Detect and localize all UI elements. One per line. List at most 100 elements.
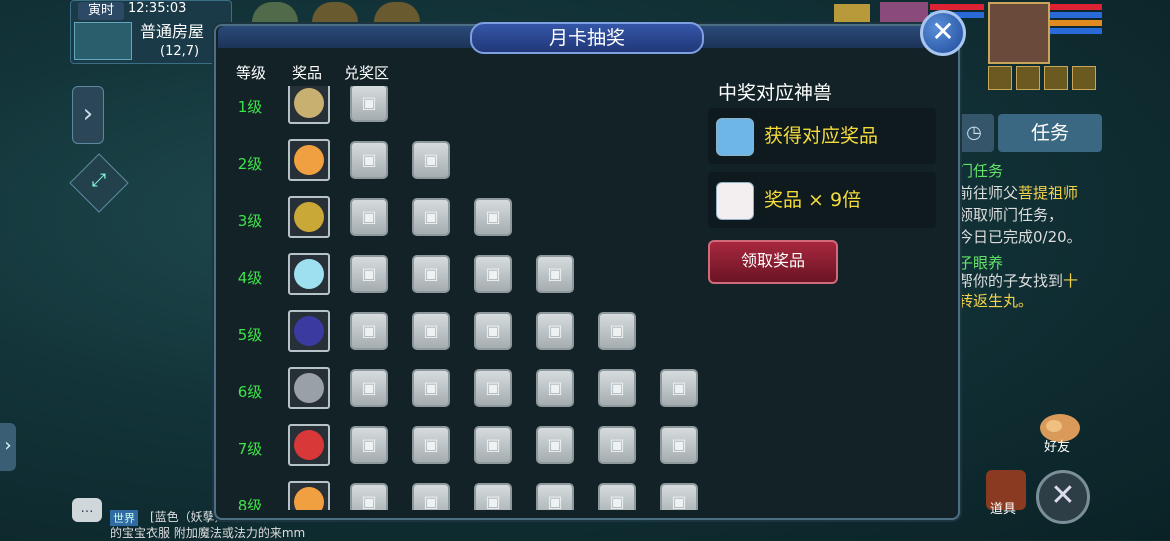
exchange-slot[interactable]: ▣ [536,483,574,510]
minimap-thumbnail[interactable] [74,22,132,60]
task-tab[interactable]: 任务 [998,114,1102,152]
reward-item-icon[interactable] [288,139,330,181]
task-text: 前往师父 [958,184,1019,202]
item-link[interactable]: 十 [1063,272,1078,290]
gift-box-icon: ▣ [609,321,625,340]
task-line[interactable]: 前往师父菩提祖师 [958,182,1078,203]
exchange-slot[interactable]: ▣ [660,483,698,510]
reward-row: 1级 ▣ [218,86,706,136]
exchange-slot[interactable]: ▣ [536,312,574,350]
npc-link[interactable]: 菩提祖师 [1018,184,1078,202]
reward-item-icon[interactable] [288,424,330,466]
gift-box-icon: ▣ [547,321,563,340]
exchange-slot[interactable]: ▣ [412,369,450,407]
exchange-slot[interactable]: ▣ [350,483,388,510]
player-hp-bar [1050,4,1102,10]
exchange-slot[interactable]: ▣ [474,483,512,510]
dialog-close-button[interactable]: ✕ [920,10,966,56]
reward-item-icon[interactable] [288,481,330,510]
item-image [294,487,324,510]
exchange-slot[interactable]: ▣ [536,255,574,293]
activity-icon-1[interactable] [252,2,298,26]
task-line: 今日已完成0/20。 [958,228,1082,246]
exchange-slot[interactable]: ▣ [350,426,388,464]
gift-box-icon: ▣ [361,150,377,169]
gift-box-icon: ▣ [423,378,439,397]
exchange-slot[interactable]: ▣ [598,426,636,464]
buff-icon[interactable] [1044,66,1068,90]
exchange-slot[interactable]: ▣ [536,426,574,464]
pet-portrait[interactable] [880,2,928,26]
buff-icon[interactable] [988,66,1012,90]
exchange-slot[interactable]: ▣ [412,141,450,179]
exchange-slot[interactable]: ▣ [412,255,450,293]
exchange-slot[interactable]: ▣ [598,483,636,510]
reward-item-icon[interactable] [288,86,330,124]
reward-item-icon[interactable] [288,367,330,409]
exchange-slot[interactable]: ▣ [350,312,388,350]
exchange-slot[interactable]: ▣ [474,426,512,464]
expand-side-menu-button[interactable]: › [72,86,104,144]
gift-box-icon: ▣ [423,435,439,454]
player-anger-bar [1050,20,1102,26]
gift-box-icon: ▣ [485,492,501,510]
exchange-slot[interactable]: ▣ [474,312,512,350]
item-image [294,316,324,346]
exchange-slot[interactable]: ▣ [412,312,450,350]
claim-reward-button[interactable]: 领取奖品 [708,240,838,284]
reward-row: 4级 ▣ ▣ ▣ ▣ [218,251,706,307]
player-avatar[interactable] [988,2,1050,64]
activity-icon-3[interactable] [374,2,420,26]
friends-label: 好友 [1044,440,1071,455]
task-title[interactable]: 门任务 [958,160,1003,181]
item-image [294,202,324,232]
exchange-slot[interactable]: ▣ [350,198,388,236]
exchange-slot[interactable]: ▣ [660,369,698,407]
gift-box-icon: ▣ [485,264,501,283]
task-line[interactable]: 帮你的子女找到十 [958,270,1078,291]
reward-item-icon[interactable] [288,310,330,352]
reward-item-icon[interactable] [288,253,330,295]
pet-hp-bar [930,4,984,10]
gift-box-icon: ▣ [423,492,439,510]
beast-reward-text: 奖品 × 9倍 [764,189,862,211]
task-line[interactable]: 转返生丸。 [958,290,1033,311]
activity-icon-2[interactable] [312,2,358,26]
exchange-slot[interactable]: ▣ [660,426,698,464]
level-label: 5级 [237,326,263,344]
close-menu-icon[interactable]: ✕ [1036,470,1090,524]
level-label: 6级 [237,383,263,401]
exchange-slot[interactable]: ▣ [350,141,388,179]
gift-box-icon: ▣ [361,492,377,510]
gift-box-icon: ▣ [361,93,377,112]
top-activity-icons [240,0,440,26]
gift-box-icon: ▣ [609,435,625,454]
buff-icon[interactable] [1016,66,1040,90]
edge-drawer-tab[interactable]: › [0,423,16,471]
reward-level-list[interactable]: 1级 ▣ 2级 ▣ ▣ 3级 ▣ ▣ ▣ 4级 ▣ ▣ ▣ ▣ 5级 ▣ ▣ ▣ ▣ ▣ 6级 ▣ ▣ ▣ ▣ ▣ ▣ 7级 ▣ ▣ ▣ ▣ ▣… [218,86,706,510]
gift-box-icon: ▣ [485,435,501,454]
exchange-slot[interactable]: ▣ [474,198,512,236]
chat-bubble-icon[interactable]: … [72,498,102,522]
exchange-slot[interactable]: ▣ [474,369,512,407]
header-item: 奖品 [292,64,323,82]
gift-box-icon: ▣ [609,378,625,397]
exchange-slot[interactable]: ▣ [412,426,450,464]
exchange-slot[interactable]: ▣ [412,483,450,510]
room-coordinates: (12,7) [160,44,200,59]
exchange-slot[interactable]: ▣ [598,312,636,350]
time-period-label: 寅时 [78,2,124,20]
exchange-slot[interactable]: ▣ [350,255,388,293]
exchange-slot[interactable]: ▣ [598,369,636,407]
beast-panel-title: 中奖对应神兽 [718,82,833,104]
exchange-slot[interactable]: ▣ [474,255,512,293]
clock-tab-icon[interactable]: ◷ [954,114,994,152]
system-clock: 12:35:03 [128,1,187,16]
buff-icon[interactable] [1072,66,1096,90]
item-image [294,430,324,460]
exchange-slot[interactable]: ▣ [350,369,388,407]
exchange-slot[interactable]: ▣ [412,198,450,236]
exchange-slot[interactable]: ▣ [350,86,388,122]
exchange-slot[interactable]: ▣ [536,369,574,407]
reward-item-icon[interactable] [288,196,330,238]
